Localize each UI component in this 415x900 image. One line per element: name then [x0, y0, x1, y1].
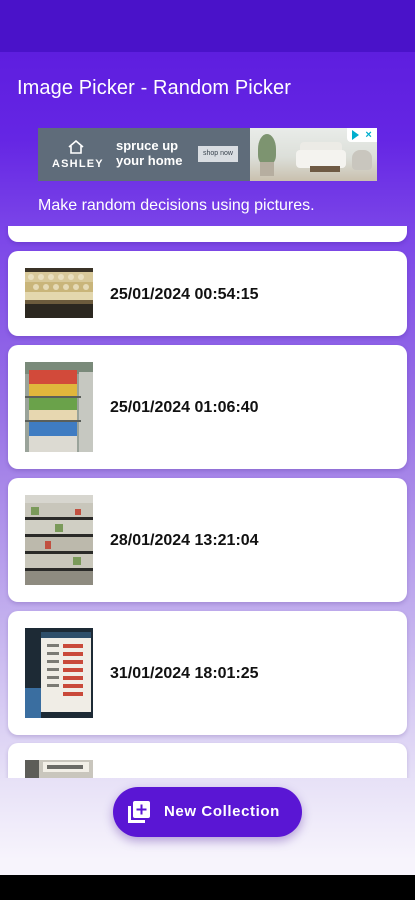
app-title: Image Picker - Random Picker — [17, 76, 292, 99]
list-item[interactable]: 25/01/2024 01:06:40 — [8, 345, 407, 469]
list-item-partial[interactable] — [8, 226, 407, 242]
collection-list[interactable]: 25/01/2024 00:54:15 25/01/2024 01:06:40 — [0, 226, 415, 778]
ad-brand-name: ASHLEY — [52, 158, 104, 170]
system-nav-bar — [0, 875, 415, 900]
photo-thumbnail — [25, 628, 93, 718]
adchoices-triangle-icon — [352, 130, 360, 140]
collection-date: 25/01/2024 01:06:40 — [110, 399, 259, 416]
list-item[interactable]: 31/01/2024 18:01:25 — [8, 611, 407, 735]
list-item[interactable]: 25/01/2024 00:54:15 — [8, 251, 407, 336]
collection-date: 31/01/2024 18:01:25 — [110, 665, 259, 682]
ad-banner[interactable]: ASHLEY spruce up your home shop now × — [38, 128, 377, 181]
list-item[interactable]: 28/01/2024 13:21:04 — [8, 478, 407, 602]
ad-headline: spruce up your home — [116, 138, 183, 168]
close-ad-icon[interactable]: × — [365, 129, 371, 141]
subtitle: Make random decisions using pictures. — [38, 197, 315, 214]
photo-thumbnail — [25, 760, 93, 778]
collection-date: 28/01/2024 13:21:04 — [110, 532, 259, 549]
collection-date: 25/01/2024 00:54:15 — [110, 286, 259, 303]
app-bar: Image Picker - Random Picker — [0, 52, 415, 124]
ad-brand-logo: ASHLEY — [46, 138, 106, 172]
status-bar — [0, 0, 415, 52]
list-item[interactable] — [8, 743, 407, 778]
photo-thumbnail — [25, 362, 93, 452]
house-icon — [68, 140, 84, 154]
add-collection-icon — [128, 801, 150, 823]
new-collection-button[interactable]: New Collection — [113, 787, 302, 837]
ad-shop-now-button[interactable]: shop now — [198, 146, 238, 162]
adchoices-icon[interactable]: × — [347, 128, 377, 142]
photo-thumbnail — [25, 268, 93, 318]
new-collection-label: New Collection — [164, 803, 280, 820]
photo-thumbnail — [25, 495, 93, 585]
